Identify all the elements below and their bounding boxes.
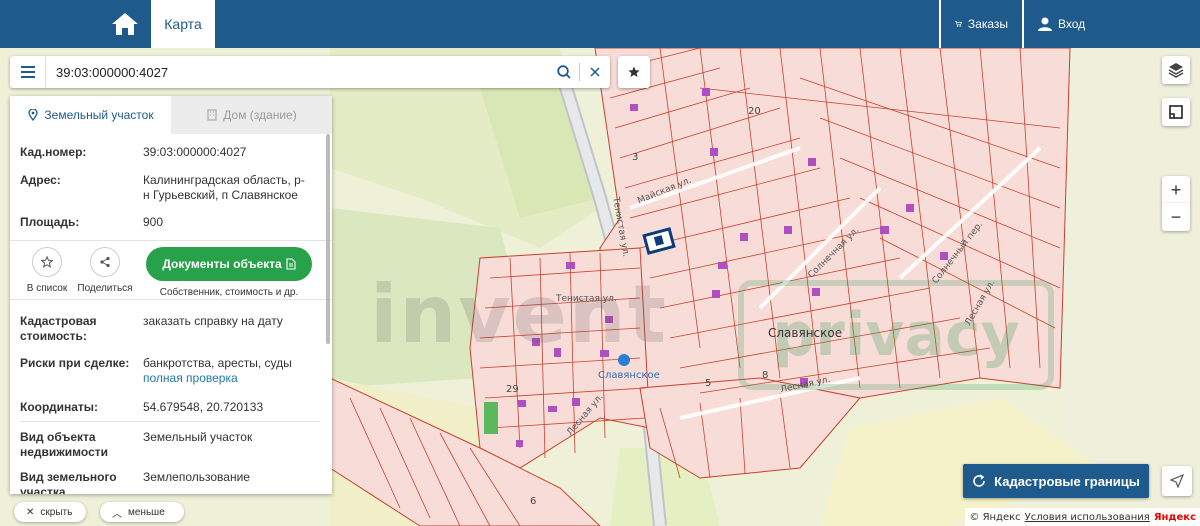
row-cadastral-cost: Кадастровая стоимость: заказать справку …: [10, 314, 332, 344]
risks-value: банкротства, аресты, суды: [143, 356, 292, 370]
row-object-type: Вид объекта недвижимости Земельный участ…: [10, 430, 332, 460]
share-icon: [100, 256, 110, 268]
close-icon: ✕: [26, 506, 35, 518]
map-place-label: Славянское: [768, 326, 843, 340]
coordinates-value: 54.679548, 20.720133: [143, 400, 264, 414]
zoom-in-button[interactable]: +: [1162, 176, 1190, 204]
search-button[interactable]: [549, 56, 579, 88]
map-number: 8: [762, 370, 769, 381]
ruler-icon: [1169, 105, 1183, 119]
map-number: 5: [705, 378, 712, 389]
building-icon: [207, 109, 217, 121]
risks-label: Риски при сделке:: [20, 356, 130, 370]
row-land-type: Вид земельного участка Землепользование: [10, 470, 332, 494]
panel-scrollbar[interactable]: [326, 134, 330, 344]
search-input[interactable]: [46, 57, 549, 87]
tab-house[interactable]: Дом (здание): [171, 96, 332, 134]
kad-number-value[interactable]: 39:03:000000:4027: [143, 145, 322, 160]
row-risks: Риски при сделке: банкротства, аресты, с…: [10, 356, 332, 386]
hamburger-icon: [20, 66, 35, 78]
tab-land-plot[interactable]: Земельный участок: [10, 96, 171, 134]
map-number: 3: [632, 152, 639, 163]
hide-panel-button[interactable]: ✕ скрыть: [14, 502, 86, 522]
row-kad-number: Кад.номер: 39:03:000000:4027: [10, 145, 332, 160]
object-info-panel: Земельный участок Дом (здание) Кад.номер…: [10, 96, 332, 494]
object-documents-button[interactable]: Документы объекта: [146, 247, 312, 281]
document-icon: [286, 258, 296, 270]
orders-button[interactable]: Заказы: [939, 0, 1022, 48]
minus-icon: −: [1170, 206, 1182, 227]
map-attribution: © Яндекс Условия использования Яндекс: [965, 508, 1200, 526]
cadastral-cost-label: Кадастровая стоимость:: [20, 314, 97, 343]
object-type-value: Земельный участок: [143, 430, 253, 444]
search-bar: [10, 56, 610, 88]
ruler-button[interactable]: [1162, 98, 1190, 126]
layers-button[interactable]: [1162, 56, 1190, 84]
coordinates-label: Координаты:: [20, 400, 99, 414]
terms-link[interactable]: Условия использования: [1025, 512, 1150, 523]
land-type-label: Вид земельного участка: [20, 470, 117, 494]
object-documents-subtitle: Собственник, стоимость и др.: [159, 287, 299, 298]
cart-icon: [955, 21, 962, 27]
close-icon: [590, 67, 600, 77]
clear-button[interactable]: [580, 56, 610, 88]
orders-label: Заказы: [967, 17, 1008, 31]
navigation-arrow-icon: [1170, 474, 1184, 488]
cadastral-borders-button[interactable]: Кадастровые границы: [963, 464, 1149, 498]
action-row: В список Поделиться Документы объекта Со…: [10, 240, 332, 300]
object-documents-label: Документы объекта: [162, 257, 282, 271]
map-number: 6: [530, 496, 537, 507]
tab-map[interactable]: Карта: [151, 0, 215, 48]
watermark-text: invent: [370, 268, 668, 361]
object-type-label: Вид объекта недвижимости: [20, 430, 108, 459]
land-type-value: Землепользование: [143, 470, 250, 484]
copyright-text: © Яндекс: [969, 511, 1021, 523]
hide-panel-label: скрыть: [40, 506, 73, 518]
plus-icon: +: [1170, 179, 1182, 200]
yandex-logo: Яндекс: [1153, 511, 1196, 523]
geolocation-button[interactable]: [1162, 466, 1192, 496]
address-value: Калининградская область, р-н Гурьевский,…: [143, 173, 305, 202]
tab-house-label: Дом (здание): [223, 108, 297, 122]
share-button[interactable]: Поделиться: [76, 247, 134, 294]
collapse-panel-button[interactable]: ︿ меньше: [100, 502, 184, 522]
login-label: Вход: [1058, 17, 1086, 31]
map-number: 20: [748, 106, 761, 117]
layers-icon: [1168, 63, 1184, 78]
collapse-panel-label: меньше: [128, 506, 165, 518]
row-area: Площадь: 900: [10, 215, 332, 230]
favorites-button[interactable]: [618, 56, 650, 88]
home-icon: [112, 13, 138, 35]
add-to-list-button[interactable]: В список: [18, 247, 76, 294]
zoom-out-button[interactable]: −: [1162, 203, 1190, 231]
tab-land-plot-label: Земельный участок: [44, 108, 154, 122]
kad-number-label: Кад.номер:: [20, 145, 87, 159]
area-value: 900: [143, 215, 164, 229]
map-poi-label: Славянское: [598, 370, 660, 381]
pin-icon: [28, 109, 39, 121]
top-navbar: Карта Заказы Вход: [0, 0, 1200, 48]
add-to-list-label: В список: [26, 283, 68, 294]
home-button[interactable]: [100, 0, 150, 48]
menu-button[interactable]: [10, 56, 46, 88]
order-report-link[interactable]: заказать справку на дату: [143, 314, 322, 344]
chevron-up-icon: ︿: [112, 508, 122, 520]
user-icon: [1038, 17, 1052, 31]
star-outline-icon: [41, 256, 53, 268]
refresh-icon: [973, 474, 985, 487]
map-number: 29: [506, 384, 519, 395]
star-icon: [628, 66, 640, 77]
cadastral-borders-label: Кадастровые границы: [994, 473, 1140, 489]
share-label: Поделиться: [77, 283, 133, 294]
full-check-link[interactable]: полная проверка: [143, 371, 308, 386]
street-tenistaya: Тенистая ул.: [556, 294, 617, 304]
row-coordinates: Координаты: 54.679548, 20.720133: [20, 400, 320, 422]
login-button[interactable]: Вход: [1022, 0, 1200, 48]
address-label: Адрес:: [20, 173, 61, 187]
row-address: Адрес: Калининградская область, р-н Гурь…: [10, 173, 332, 203]
search-icon: [557, 65, 571, 79]
area-label: Площадь:: [20, 215, 80, 229]
